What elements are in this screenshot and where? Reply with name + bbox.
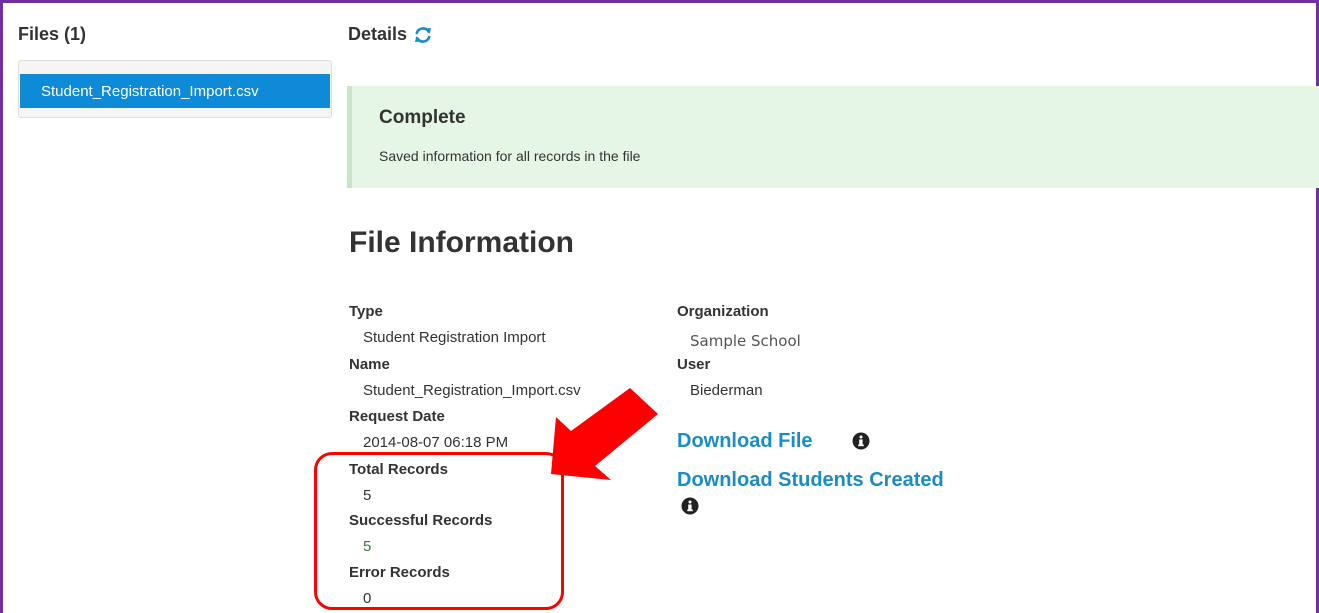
callout-arrow-icon xyxy=(551,388,658,480)
